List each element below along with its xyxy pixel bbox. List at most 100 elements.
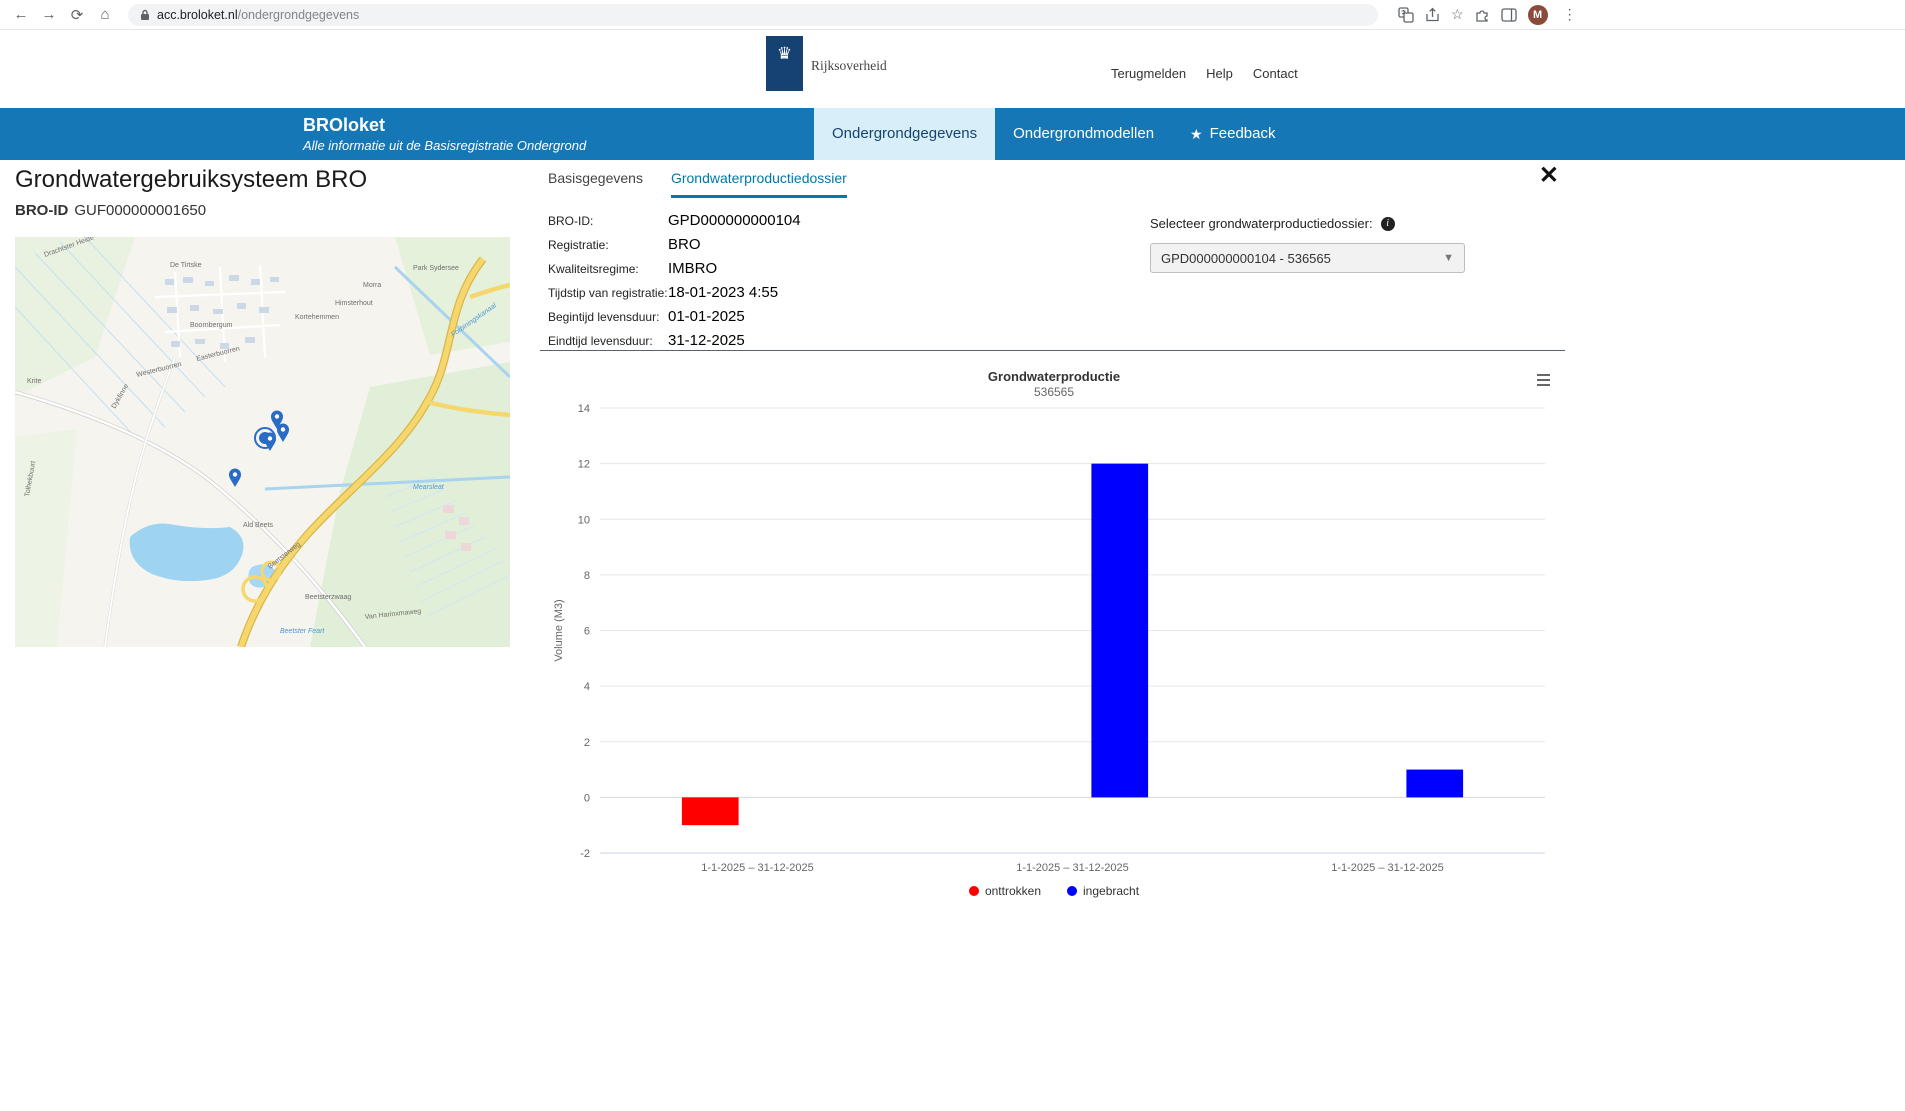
share-icon[interactable] [1425, 7, 1440, 23]
detail-row: BRO-ID:GPD000000000104 [548, 212, 801, 229]
back-button[interactable]: ← [10, 4, 32, 26]
url-host: acc.broloket.nl [157, 8, 238, 22]
detail-row: Kwaliteitsregime:IMBRO [548, 260, 801, 277]
detail-label: BRO-ID: [548, 214, 668, 228]
browser-chrome: ← → ⟳ ⌂ acc.broloket.nl/ondergrondgegeve… [0, 0, 1905, 30]
detail-panel: Basisgegevens Grondwaterproductiedossier… [540, 160, 1565, 1111]
detail-value: 31-12-2025 [668, 332, 745, 349]
rijksoverheid-logo: ♛ Rijksoverheid [766, 36, 887, 91]
legend-item-ingebracht[interactable]: ingebracht [1067, 884, 1139, 898]
y-tick-label: 4 [584, 681, 590, 693]
map-place-label: Himsterhout [335, 300, 373, 307]
tab-basisgegevens[interactable]: Basisgegevens [548, 170, 643, 198]
forward-button[interactable]: → [38, 4, 60, 26]
chevron-down-icon: ▼ [1443, 252, 1454, 264]
map-place-label: Park Sydersee [413, 265, 459, 272]
chart-legend: onttrokken ingebracht [548, 884, 1560, 898]
detail-value: 18-01-2023 4:55 [668, 284, 778, 301]
info-icon[interactable]: i [1381, 217, 1395, 231]
rijksoverheid-crest-icon: ♛ [766, 36, 803, 91]
detail-label: Eindtijd levensduur: [548, 334, 668, 348]
detail-label: Kwaliteitsregime: [548, 262, 668, 276]
panel-divider [540, 350, 1565, 351]
bro-id-value: GUF000000001650 [74, 202, 206, 219]
legend-marker [1067, 886, 1077, 896]
dossier-select-value: GPD000000000104 - 536565 [1161, 251, 1331, 266]
rijksoverheid-wordmark: Rijksoverheid [811, 58, 887, 74]
map-place-label: Boornbergum [190, 322, 233, 329]
x-category-label: 1-1-2025 – 31-12-2025 [701, 862, 814, 874]
map-place-label: Beetsterzwaag [305, 594, 351, 601]
map-place-label: Kortehemmen [295, 314, 339, 321]
page-title: Grondwatergebruiksysteem BRO [15, 166, 367, 194]
nav-item-ondergrondgegevens[interactable]: Ondergrondgegevens [814, 108, 995, 160]
y-tick-label: -2 [580, 848, 590, 860]
detail-label: Begintijd levensduur: [548, 310, 668, 324]
bookmark-star-icon[interactable]: ☆ [1451, 6, 1464, 23]
nav-item-ondergrondmodellen[interactable]: Ondergrondmodellen [995, 108, 1172, 160]
lock-icon [140, 9, 150, 21]
detail-row: Registratie:BRO [548, 236, 801, 253]
map[interactable]: Drachtster HeideDe TirtskeMorraPark Syde… [15, 237, 510, 647]
detail-label: Registratie: [548, 238, 668, 252]
translate-icon[interactable] [1398, 7, 1414, 23]
profile-avatar[interactable]: M [1528, 5, 1548, 25]
y-tick-label: 12 [578, 459, 590, 471]
extensions-puzzle-icon[interactable] [1475, 7, 1490, 22]
y-axis-title: Volume (M3) [553, 599, 565, 661]
detail-label: Tijdstip van registratie: [548, 286, 668, 300]
map-place-label: Beetster Feart [280, 628, 325, 635]
chart: Grondwaterproductie 536565 14121086420-2… [548, 363, 1560, 908]
header-links: Terugmelden Help Contact [1111, 66, 1298, 81]
x-category-label: 1-1-2025 – 31-12-2025 [1016, 862, 1129, 874]
header-link-contact[interactable]: Contact [1253, 66, 1298, 81]
detail-rows: BRO-ID:GPD000000000104Registratie:BROKwa… [548, 212, 801, 356]
dossier-select[interactable]: GPD000000000104 - 536565 ▼ [1150, 243, 1465, 273]
legend-marker [969, 886, 979, 896]
legend-label: ingebracht [1083, 884, 1139, 898]
brand-title: BROloket [303, 115, 586, 136]
header-link-terugmelden[interactable]: Terugmelden [1111, 66, 1186, 81]
sidebar-icon[interactable] [1501, 8, 1517, 22]
detail-value: GPD000000000104 [668, 212, 801, 229]
bar-onttrokken[interactable] [682, 797, 739, 825]
header-link-help[interactable]: Help [1206, 66, 1233, 81]
content: Grondwatergebruiksysteem BRO BRO-ID GUF00… [0, 160, 1905, 1111]
detail-value: 01-01-2025 [668, 308, 745, 325]
reload-button[interactable]: ⟳ [66, 4, 88, 26]
url-text: acc.broloket.nl/ondergrondgegevens [157, 8, 359, 22]
brand-subtitle: Alle informatie uit de Basisregistratie … [303, 138, 586, 153]
nav-item-label: Feedback [1210, 108, 1276, 160]
legend-label: onttrokken [985, 884, 1041, 898]
map-place-label: Mearsleat [413, 484, 445, 491]
y-tick-label: 6 [584, 626, 590, 638]
y-tick-label: 2 [584, 737, 590, 749]
main-navbar: BROloket Alle informatie uit de Basisreg… [0, 108, 1905, 160]
close-panel-button[interactable]: ✕ [1539, 164, 1559, 188]
star-icon: ★ [1190, 108, 1203, 160]
bro-id-line: BRO-ID GUF000000001650 [15, 202, 206, 219]
detail-row: Tijdstip van registratie:18-01-2023 4:55 [548, 284, 801, 301]
detail-row: Eindtijd levensduur:31-12-2025 [548, 332, 801, 349]
bro-id-label: BRO-ID [15, 202, 68, 219]
detail-tabs: Basisgegevens Grondwaterproductiedossier [548, 170, 847, 198]
y-tick-label: 8 [584, 570, 590, 582]
bar-ingebracht[interactable] [1406, 770, 1463, 798]
bar-ingebracht[interactable] [1091, 464, 1148, 798]
dossier-selector: Selecteer grondwaterproductiedossier: i … [1150, 216, 1480, 273]
nav-item-label: Ondergrondmodellen [1013, 108, 1154, 160]
chart-plot: 14121086420-21-1-2025 – 31-12-20251-1-20… [548, 363, 1560, 878]
browser-menu-icon[interactable]: ⋮ [1559, 4, 1581, 26]
tab-grondwaterproductiedossier[interactable]: Grondwaterproductiedossier [671, 170, 847, 198]
legend-item-onttrokken[interactable]: onttrokken [969, 884, 1041, 898]
y-tick-label: 10 [578, 514, 590, 526]
x-category-label: 1-1-2025 – 31-12-2025 [1331, 862, 1444, 874]
nav-item-label: Ondergrondgegevens [832, 108, 977, 160]
address-bar[interactable]: acc.broloket.nl/ondergrondgegevens [128, 4, 1378, 26]
map-place-label: Ald Beets [243, 522, 273, 529]
home-button[interactable]: ⌂ [94, 4, 116, 26]
site-header: ♛ Rijksoverheid Terugmelden Help Contact [0, 30, 1905, 108]
nav-item-feedback[interactable]: ★Feedback [1172, 108, 1293, 160]
detail-value: BRO [668, 236, 701, 253]
map-container[interactable]: Drachtster HeideDe TirtskeMorraPark Syde… [15, 237, 510, 647]
